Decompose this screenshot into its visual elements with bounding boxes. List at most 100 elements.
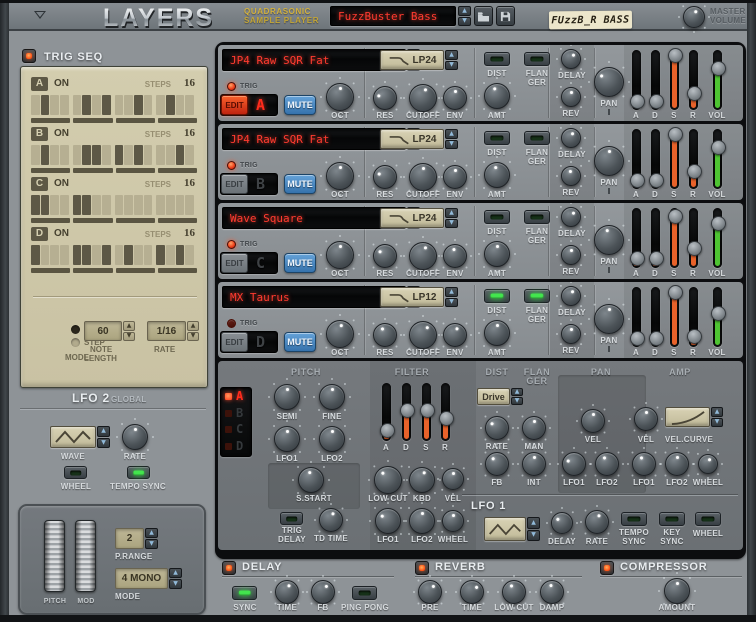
dist-rate-knob[interactable]	[485, 416, 509, 440]
compressor-amount-knob[interactable]	[664, 578, 690, 604]
attack-slider[interactable]	[632, 287, 641, 347]
mute-button[interactable]: MUTE	[284, 332, 316, 352]
pan-knob[interactable]	[594, 67, 624, 97]
patch-spinner[interactable]	[458, 6, 471, 26]
seq-step[interactable]	[82, 95, 91, 115]
dist-button[interactable]	[484, 52, 510, 66]
seq-step[interactable]	[115, 145, 124, 165]
td-time-knob[interactable]	[319, 508, 343, 532]
pan-lfo2-knob[interactable]	[595, 452, 619, 476]
seq-step[interactable]	[166, 145, 175, 165]
pan-knob[interactable]	[594, 304, 624, 334]
filter-kbd-knob[interactable]	[409, 467, 435, 493]
sample-name-display[interactable]: Wave Square	[222, 207, 406, 229]
amp-vel-knob[interactable]	[634, 407, 658, 431]
seq-step[interactable]	[60, 95, 69, 115]
lfo2-wheel-button[interactable]	[64, 466, 87, 479]
filter-decay-slider[interactable]	[402, 383, 411, 441]
delay-send-knob[interactable]	[561, 49, 581, 69]
patch-name-display[interactable]: FuzzBuster Bass	[330, 6, 456, 26]
seq-step[interactable]	[156, 195, 165, 215]
volume-slider[interactable]	[713, 50, 722, 110]
seq-row-state[interactable]: ON	[54, 228, 69, 239]
filter-lowcut-knob[interactable]	[374, 466, 402, 494]
prange-spinner[interactable]	[145, 528, 158, 549]
lfo2-wave-spinner[interactable]	[97, 426, 110, 448]
amt-knob[interactable]	[484, 241, 510, 267]
filter-type-spinner[interactable]	[445, 50, 458, 70]
prange-value[interactable]: 2	[115, 528, 144, 549]
seq-step[interactable]	[134, 145, 143, 165]
filter-vel-knob[interactable]	[442, 468, 464, 490]
env-knob[interactable]	[443, 86, 467, 110]
seq-step[interactable]	[50, 245, 59, 265]
trig-delay-button[interactable]	[280, 512, 303, 525]
seq-step[interactable]	[102, 245, 111, 265]
seq-step[interactable]	[73, 145, 82, 165]
delay-send-knob[interactable]	[561, 128, 581, 148]
delay-send-knob[interactable]	[561, 286, 581, 306]
seq-step[interactable]	[124, 245, 133, 265]
layer-select-b[interactable]: B	[221, 405, 251, 422]
save-patch-button[interactable]	[496, 6, 515, 26]
mute-button[interactable]: MUTE	[284, 95, 316, 115]
decay-slider[interactable]	[651, 287, 660, 347]
compressor-enable-button[interactable]	[600, 561, 614, 575]
seq-step[interactable]	[73, 95, 82, 115]
lfo1-rate-knob[interactable]	[585, 510, 609, 534]
pitch-lfo2-knob[interactable]	[319, 426, 345, 452]
delay-fb-knob[interactable]	[311, 580, 335, 604]
seq-step[interactable]	[166, 195, 175, 215]
delay-enable-button[interactable]	[222, 561, 236, 575]
flanger-button[interactable]	[524, 52, 550, 66]
lfo1-wave-display[interactable]	[484, 517, 526, 541]
reverb-send-knob[interactable]	[561, 245, 581, 265]
seq-step[interactable]	[166, 245, 175, 265]
pitch-semi-knob[interactable]	[274, 384, 300, 410]
vel-curve-spinner[interactable]	[711, 407, 723, 427]
decay-slider[interactable]	[651, 208, 660, 268]
oct-knob[interactable]	[326, 320, 354, 348]
seq-step[interactable]	[185, 245, 194, 265]
reverb-send-knob[interactable]	[561, 324, 581, 344]
pan-knob[interactable]	[594, 146, 624, 176]
edit-button[interactable]: EDIT	[221, 332, 248, 352]
reverb-time-knob[interactable]	[460, 580, 484, 604]
pan-knob[interactable]	[594, 225, 624, 255]
seq-step[interactable]	[176, 145, 185, 165]
seq-step[interactable]	[124, 145, 133, 165]
pan-lfo1-knob[interactable]	[562, 452, 586, 476]
amt-knob[interactable]	[484, 320, 510, 346]
reverb-lowcut-knob[interactable]	[502, 580, 526, 604]
filter-type-display[interactable]: LP24	[380, 208, 444, 228]
pan-vel-knob[interactable]	[581, 409, 605, 433]
seq-step[interactable]	[156, 245, 165, 265]
dist-button[interactable]	[484, 131, 510, 145]
trig-seq-enable-button[interactable]	[22, 49, 36, 63]
filter-lfo2-knob[interactable]	[409, 508, 435, 534]
dist-mode-spinner[interactable]	[511, 388, 523, 405]
seq-step[interactable]	[41, 145, 50, 165]
attack-slider[interactable]	[632, 129, 641, 189]
mode-run-radio[interactable]	[71, 325, 80, 334]
seq-step[interactable]	[176, 195, 185, 215]
flanger-button[interactable]	[524, 289, 550, 303]
mode-step-radio[interactable]	[71, 338, 80, 347]
lfo1-delay-knob[interactable]	[551, 512, 573, 534]
decay-slider[interactable]	[651, 129, 660, 189]
seq-step[interactable]	[50, 195, 59, 215]
lfo2-rate-knob[interactable]	[122, 424, 148, 450]
seq-step[interactable]	[41, 245, 50, 265]
mute-button[interactable]: MUTE	[284, 174, 316, 194]
amt-knob[interactable]	[484, 83, 510, 109]
seq-step[interactable]	[60, 245, 69, 265]
filter-sustain-slider[interactable]	[422, 383, 431, 441]
seq-step[interactable]	[144, 245, 153, 265]
seq-row-state[interactable]: ON	[54, 178, 69, 189]
volume-slider[interactable]	[713, 287, 722, 347]
filter-type-spinner[interactable]	[445, 208, 458, 228]
env-knob[interactable]	[443, 244, 467, 268]
cutoff-knob[interactable]	[409, 163, 437, 191]
load-patch-button[interactable]	[474, 6, 493, 26]
cutoff-knob[interactable]	[409, 242, 437, 270]
